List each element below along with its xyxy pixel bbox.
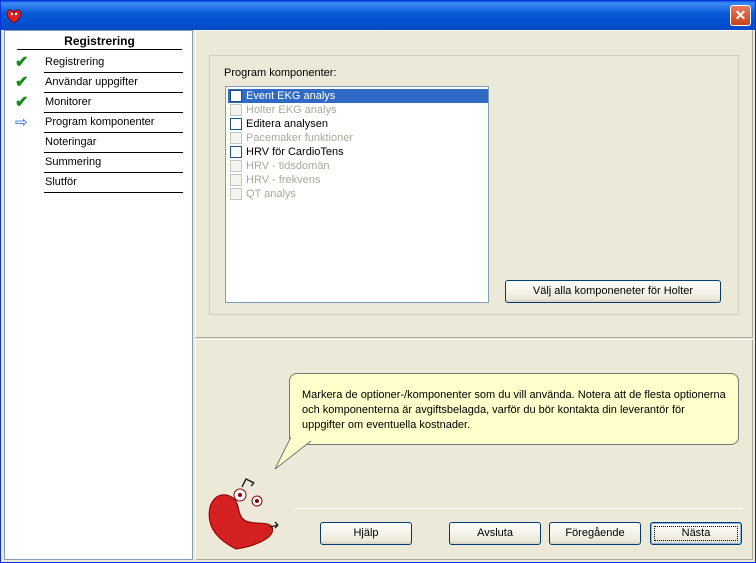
checkmark-icon: ✔ <box>15 74 29 91</box>
component-label: HRV - frekvens <box>246 174 321 186</box>
steps-sidebar: Registrering ✔ Registrering ✔ Användar uppg… <box>4 30 193 560</box>
sidebar-step: ⇨ Program komponenter <box>5 114 194 134</box>
sidebar-step-label: Program komponenter <box>45 116 155 128</box>
component-checkbox[interactable] <box>230 146 242 158</box>
focus-rectangle <box>654 526 738 541</box>
component-label: Editera analysen <box>246 118 328 130</box>
title-bar[interactable]: ✕ <box>1 1 755 30</box>
speech-bubble-tail <box>274 437 312 470</box>
help-text: Markera de optioner-/komponenter som du … <box>302 389 726 431</box>
sidebar-step-label: Slutför <box>45 176 77 188</box>
component-checkbox <box>230 160 242 172</box>
previous-button[interactable]: Föregående <box>549 522 641 545</box>
cancel-button[interactable]: Avsluta <box>449 522 541 545</box>
sidebar-step: ✔ Registrering <box>5 54 194 74</box>
step-marker-empty <box>15 135 33 151</box>
component-checkbox <box>230 188 242 200</box>
heart-mascot-icon <box>208 478 279 550</box>
component-checkbox <box>230 104 242 116</box>
sidebar-step-label: Monitorer <box>45 96 92 108</box>
component-checkbox[interactable] <box>230 90 242 102</box>
component-checkbox <box>230 174 242 186</box>
checkmark-icon: ✔ <box>15 54 29 71</box>
divider <box>44 112 183 113</box>
components-label: Program komponenter: <box>224 67 337 79</box>
component-item[interactable]: Editera analysen <box>228 117 488 131</box>
step-marker-empty <box>15 175 33 191</box>
close-icon: ✕ <box>734 7 747 23</box>
sidebar-step: Noteringar <box>5 134 194 154</box>
heart-app-icon <box>6 9 22 24</box>
divider <box>44 192 183 193</box>
sidebar-step: ✔ Användar uppgifter <box>5 74 194 94</box>
divider <box>44 172 183 173</box>
sidebar-step: Summering <box>5 154 194 174</box>
component-label: Pacemaker funktioner <box>246 132 353 144</box>
sidebar-step-label: Summering <box>45 156 102 168</box>
close-button[interactable]: ✕ <box>730 5 751 26</box>
checkmark-icon: ✔ <box>15 94 29 111</box>
wizard-window: ✕ Registrering ✔ Registrering ✔ Användar up… <box>0 0 756 563</box>
help-speech-bubble: Markera de optioner-/komponenter som du … <box>289 373 739 445</box>
components-checklist[interactable]: Event EKG analys Holter EKG analys Editera… <box>225 86 489 303</box>
component-checkbox <box>230 132 242 144</box>
divider <box>44 152 183 153</box>
component-label: Event EKG analys <box>244 89 338 103</box>
component-item: HRV - tidsdomän <box>228 159 488 173</box>
next-button[interactable]: Nästa <box>650 522 742 545</box>
component-item: HRV - frekvens <box>228 173 488 187</box>
select-all-holter-button[interactable]: Välj alla komponeneter för Holter <box>505 280 721 303</box>
sidebar-step-label: Noteringar <box>45 136 97 148</box>
component-item: QT analys <box>228 187 488 201</box>
divider <box>44 92 183 93</box>
component-item[interactable]: Event EKG analys <box>228 89 488 103</box>
sidebar-title: Registrering <box>64 34 135 48</box>
component-item: Pacemaker funktioner <box>228 131 488 145</box>
divider <box>44 72 183 73</box>
component-checkbox[interactable] <box>230 118 242 130</box>
sidebar-step: Slutför <box>5 174 194 194</box>
component-item: Holter EKG analys <box>228 103 488 117</box>
component-label: HRV för CardioTens <box>246 146 344 158</box>
sidebar-step: ✔ Monitorer <box>5 94 194 114</box>
component-label: QT analys <box>246 188 296 200</box>
button-separator <box>294 508 743 509</box>
help-button[interactable]: Hjälp <box>320 522 412 545</box>
component-label: Holter EKG analys <box>246 104 337 116</box>
arrow-right-icon: ⇨ <box>15 114 28 131</box>
sidebar-step-label: Registrering <box>45 56 105 68</box>
step-marker-empty <box>15 155 33 171</box>
component-item[interactable]: HRV för CardioTens <box>228 145 488 159</box>
sidebar-step-label: Användar uppgifter <box>45 76 138 88</box>
divider <box>17 49 182 50</box>
component-label: HRV - tidsdomän <box>246 160 330 172</box>
divider <box>44 132 183 133</box>
